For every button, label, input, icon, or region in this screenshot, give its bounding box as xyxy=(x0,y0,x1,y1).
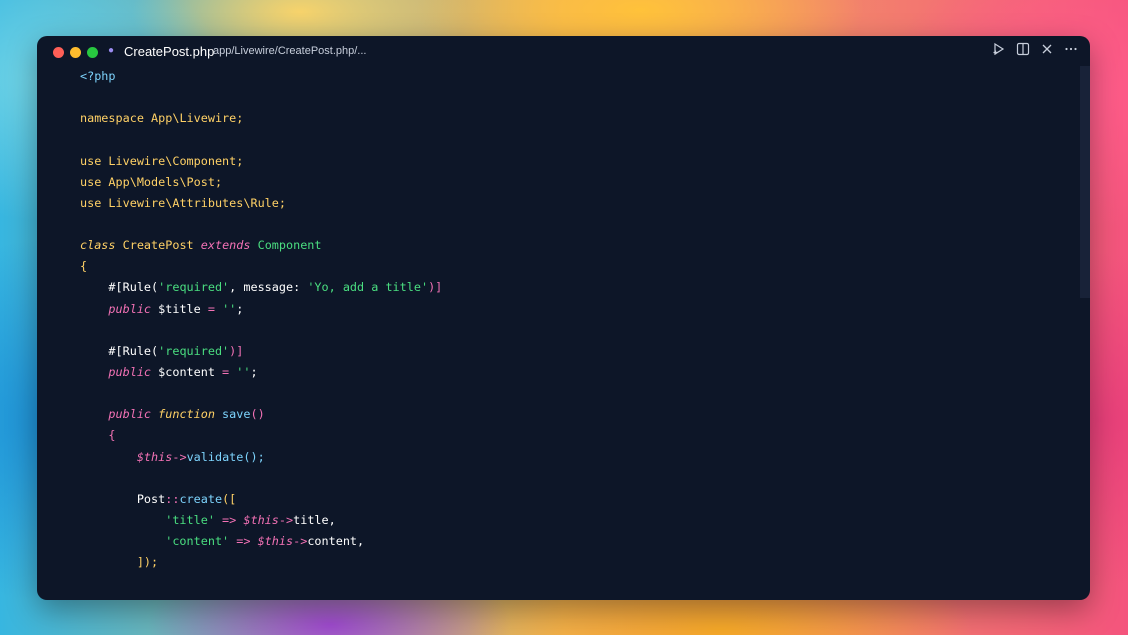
code-line: use App\Models\Post; xyxy=(80,174,223,189)
title-bar: ● CreatePost.php app/Livewire/CreatePost… xyxy=(37,36,1090,66)
php-icon: ● xyxy=(108,45,115,56)
code-line: #[Rule('required')] xyxy=(80,343,244,358)
maximize-window-button[interactable] xyxy=(87,47,98,58)
code-line: public function save() xyxy=(80,407,265,422)
file-path-breadcrumb: app/Livewire/CreatePost.php/... xyxy=(213,45,367,57)
split-editor-icon[interactable] xyxy=(1016,42,1030,58)
vertical-scrollbar[interactable] xyxy=(1080,66,1090,298)
code-line: public $title = ''; xyxy=(80,301,244,316)
code-line: { xyxy=(80,428,116,443)
code-line: class CreatePost extends Component xyxy=(80,238,322,253)
more-icon[interactable] xyxy=(1064,42,1078,58)
code-line: ]); xyxy=(80,555,159,570)
editor-actions xyxy=(992,42,1078,58)
code-line: { xyxy=(80,259,88,274)
close-icon[interactable] xyxy=(1040,42,1054,58)
code-line: Post::create([ xyxy=(80,491,237,506)
code-line: public $content = ''; xyxy=(80,364,258,379)
code-line: namespace App\Livewire; xyxy=(80,111,244,126)
code-line: 'content' => $this->content, xyxy=(80,534,365,549)
code-line: use Livewire\Component; xyxy=(80,153,244,168)
code-line: use Livewire\Attributes\Rule; xyxy=(80,195,286,210)
code-line: $this->validate(); xyxy=(80,449,265,464)
close-window-button[interactable] xyxy=(53,47,64,58)
run-icon[interactable] xyxy=(992,42,1006,58)
code-line: #[Rule('required', message: 'Yo, add a t… xyxy=(80,280,443,295)
minimize-window-button[interactable] xyxy=(70,47,81,58)
code-line: <?php xyxy=(80,69,116,83)
code-editor[interactable]: <?php namespace App\Livewire; use Livewi… xyxy=(80,66,442,573)
editor-window: ● CreatePost.php app/Livewire/CreatePost… xyxy=(37,36,1090,600)
code-line: 'title' => $this->title, xyxy=(80,512,336,527)
tab-file-name[interactable]: CreatePost.php xyxy=(124,44,214,59)
